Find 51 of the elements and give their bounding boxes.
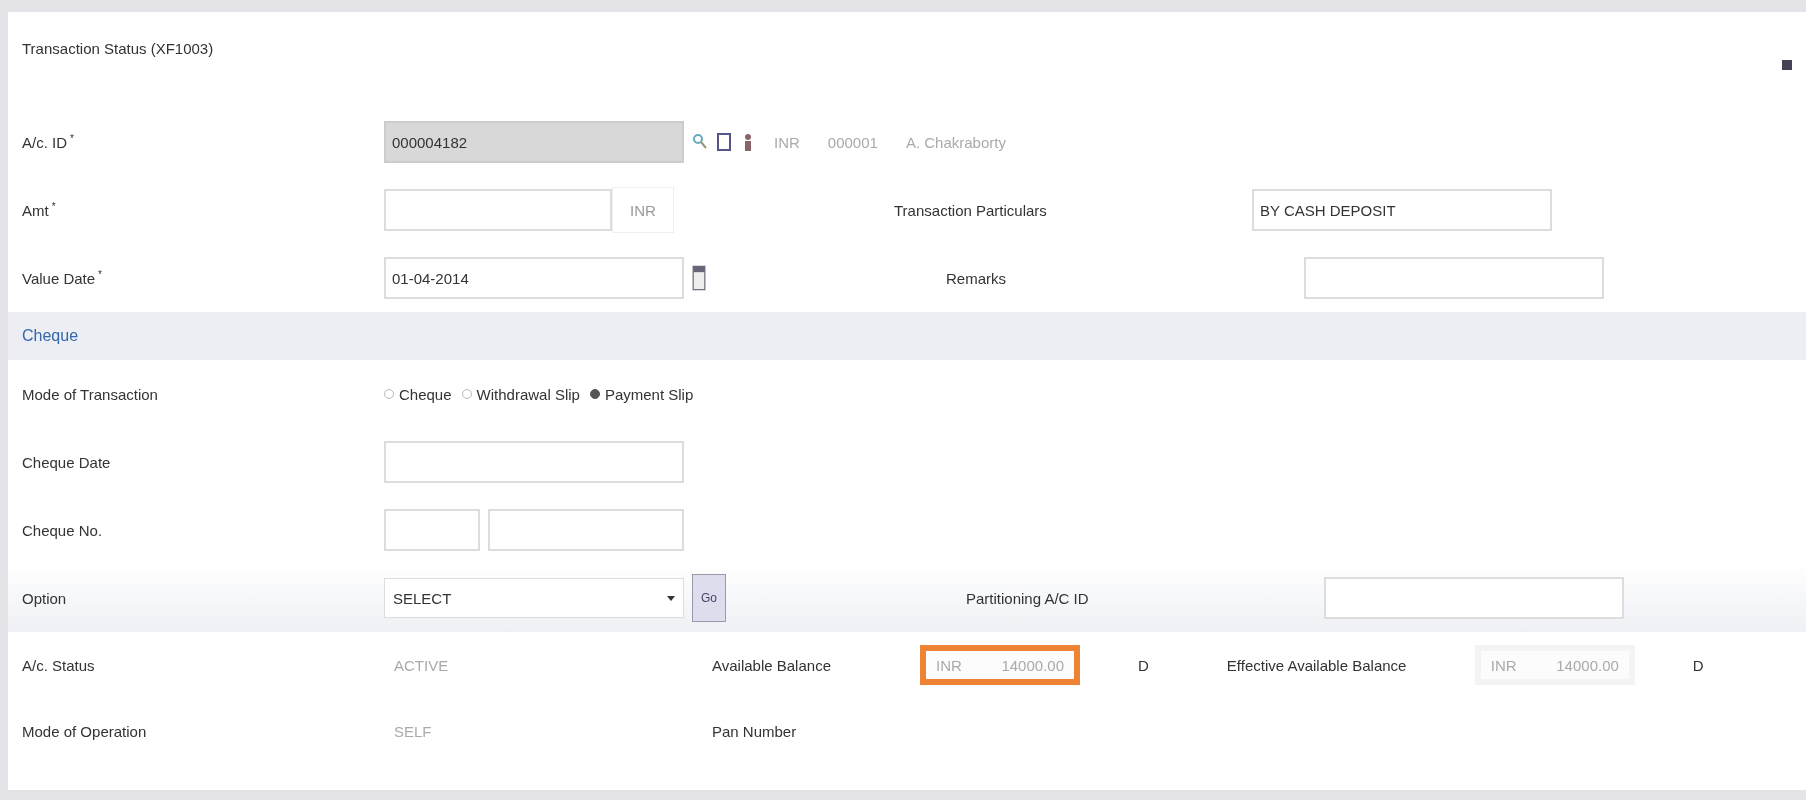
caret-icon [667, 594, 675, 602]
cheque-prefix-field[interactable] [384, 509, 480, 551]
currency-text: INR [935, 656, 963, 674]
balance-value: 14000.00 [1555, 656, 1620, 674]
required-mark: * [70, 133, 74, 144]
currency-text: INR [773, 133, 801, 151]
field-label: Value Date $^{*}$ [22, 269, 103, 287]
field-label: Effective Available Balance [1226, 656, 1408, 674]
required-mark: * [98, 269, 102, 280]
field-label: A/c. Status [22, 656, 96, 674]
field-label: Partitioning A/C ID [966, 589, 1090, 607]
debit-indicator-text: D [1692, 656, 1704, 674]
radio-option[interactable]: Cheque [384, 385, 452, 403]
required-mark: * [51, 201, 56, 212]
radio-option[interactable]: Payment Slip [589, 385, 694, 403]
cheque-date-field[interactable] [384, 441, 684, 483]
field-label: A/c. ID $^{*}$ [22, 133, 75, 151]
field-label: Cheque No. [22, 521, 104, 539]
account-name: A. Chakraborty [904, 133, 1007, 151]
calendar-icon[interactable] [692, 264, 706, 292]
operation-value: SELF [393, 722, 433, 740]
field-label: Mode of Operation [22, 722, 148, 740]
field-label: Mode of Transaction [22, 385, 159, 403]
radio-icon[interactable] [589, 389, 600, 399]
option-dropdown[interactable]: SELECT [384, 578, 684, 618]
section-title: Cheque [22, 327, 79, 345]
status-value: ACTIVE [393, 656, 450, 674]
go-button[interactable]: Go [692, 574, 726, 622]
close-icon[interactable] [1782, 60, 1792, 70]
debit-indicator-text: D [1138, 656, 1149, 674]
balance-value: 14000.00 [1000, 656, 1065, 674]
field-label: Available Balance [712, 656, 832, 674]
window-title: Transaction Status (XF1003) [22, 40, 214, 57]
field-label: Transaction Particulars [894, 201, 1048, 219]
particulars-field[interactable]: BY CASH DEPOSIT [1252, 189, 1552, 231]
field-label: Remarks [946, 269, 1007, 287]
account-id-field[interactable]: 000004182 [384, 121, 684, 163]
amount-field[interactable] [384, 189, 612, 231]
date-field[interactable]: 01-04-2014 [384, 257, 684, 299]
remarks-field[interactable] [1304, 257, 1604, 299]
cheque-number-field[interactable] [488, 509, 684, 551]
field-label: Option [22, 589, 68, 607]
currency-text: INR [612, 187, 674, 233]
radio-option[interactable]: Withdrawal Slip [461, 385, 580, 403]
currency-text: INR [1489, 656, 1518, 674]
field-label: Amt $^{*}$ [22, 201, 57, 219]
partitioning-field[interactable] [1324, 577, 1624, 619]
account-code: 000001 [826, 133, 879, 151]
field-label: Pan Number [712, 722, 798, 740]
field-label: Cheque Date [22, 453, 112, 471]
document-icon[interactable] [716, 131, 732, 153]
